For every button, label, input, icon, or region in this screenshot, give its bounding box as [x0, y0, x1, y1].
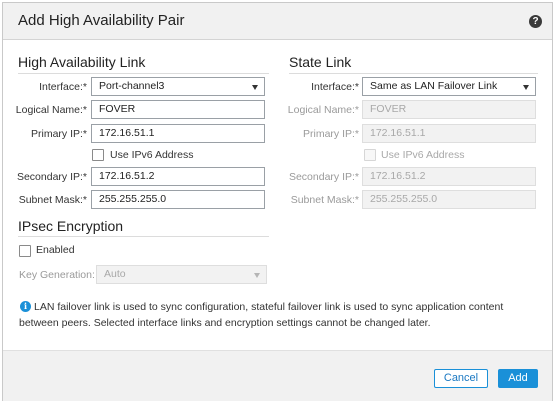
info-message: LAN failover link is used to sync config…: [19, 301, 504, 329]
ha-secondary-ip-value: 172.16.51.2: [99, 170, 155, 182]
state-primary-ip-value: 172.16.51.1: [370, 127, 426, 139]
state-primary-ip-label: Primary IP:*: [302, 128, 359, 140]
dialog-body: High Availability Link Interface:* Port-…: [3, 40, 552, 350]
ha-primary-ip-value: 172.16.51.1: [99, 127, 155, 139]
add-ha-pair-dialog: Add High Availability Pair ? High Availa…: [2, 2, 553, 401]
state-logical-name-label: Logical Name:*: [287, 104, 359, 116]
help-icon[interactable]: ?: [529, 15, 542, 28]
add-button[interactable]: Add: [498, 369, 538, 388]
state-link-heading: State Link: [289, 54, 352, 70]
state-interface-label: Interface:*: [311, 81, 359, 93]
chevron-down-icon: [254, 273, 260, 278]
state-secondary-ip-input: 172.16.51.2: [362, 167, 536, 186]
ha-interface-select[interactable]: Port-channel3: [91, 77, 265, 96]
ha-logical-name-input[interactable]: FOVER: [91, 100, 265, 119]
state-subnet-mask-input: 255.255.255.0: [362, 190, 536, 209]
dialog-titlebar: Add High Availability Pair ?: [3, 3, 552, 40]
state-logical-name-input: FOVER: [362, 100, 536, 119]
ha-logical-name-label: Logical Name:*: [15, 104, 87, 116]
ha-subnet-mask-label: Subnet Mask:*: [18, 194, 87, 206]
ha-subnet-mask-value: 255.255.255.0: [99, 193, 167, 205]
key-generation-select: Auto: [96, 265, 267, 284]
ipsec-heading: IPsec Encryption: [18, 218, 124, 234]
ha-logical-name-value: FOVER: [99, 103, 136, 115]
ha-ipv6-label: Use IPv6 Address: [110, 149, 194, 161]
ipsec-divider: [18, 236, 269, 237]
state-interface-select[interactable]: Same as LAN Failover Link: [362, 77, 536, 96]
key-generation-label: Key Generation:: [19, 269, 95, 281]
ha-primary-ip-input[interactable]: 172.16.51.1: [91, 124, 265, 143]
state-ipv6-label: Use IPv6 Address: [381, 149, 465, 161]
state-ipv6-checkbox: [364, 149, 376, 161]
state-link-divider: [289, 73, 538, 74]
state-secondary-ip-label: Secondary IP:*: [288, 171, 359, 183]
state-subnet-mask-value: 255.255.255.0: [370, 193, 438, 205]
state-primary-ip-input: 172.16.51.1: [362, 124, 536, 143]
ha-interface-label: Interface:*: [39, 81, 87, 93]
ha-link-divider: [18, 73, 269, 74]
ipsec-enabled-label: Enabled: [36, 244, 75, 256]
chevron-down-icon: [523, 85, 529, 90]
ha-primary-ip-label: Primary IP:*: [30, 128, 87, 140]
key-generation-value: Auto: [104, 268, 126, 280]
ha-secondary-ip-input[interactable]: 172.16.51.2: [91, 167, 265, 186]
ha-secondary-ip-label: Secondary IP:*: [16, 171, 87, 183]
state-logical-name-value: FOVER: [370, 103, 407, 115]
chevron-down-icon: [252, 85, 258, 90]
dialog-title: Add High Availability Pair: [18, 12, 185, 29]
ha-link-heading: High Availability Link: [18, 54, 146, 70]
ipsec-enabled-checkbox[interactable]: [19, 245, 31, 257]
dialog-footer: Cancel Add: [3, 350, 552, 401]
cancel-button[interactable]: Cancel: [434, 369, 488, 388]
state-subnet-mask-label: Subnet Mask:*: [290, 194, 359, 206]
state-secondary-ip-value: 172.16.51.2: [370, 170, 426, 182]
state-interface-value: Same as LAN Failover Link: [370, 80, 498, 92]
ha-ipv6-checkbox[interactable]: [92, 149, 104, 161]
ha-subnet-mask-input[interactable]: 255.255.255.0: [91, 190, 265, 209]
ha-interface-value: Port-channel3: [99, 80, 165, 92]
